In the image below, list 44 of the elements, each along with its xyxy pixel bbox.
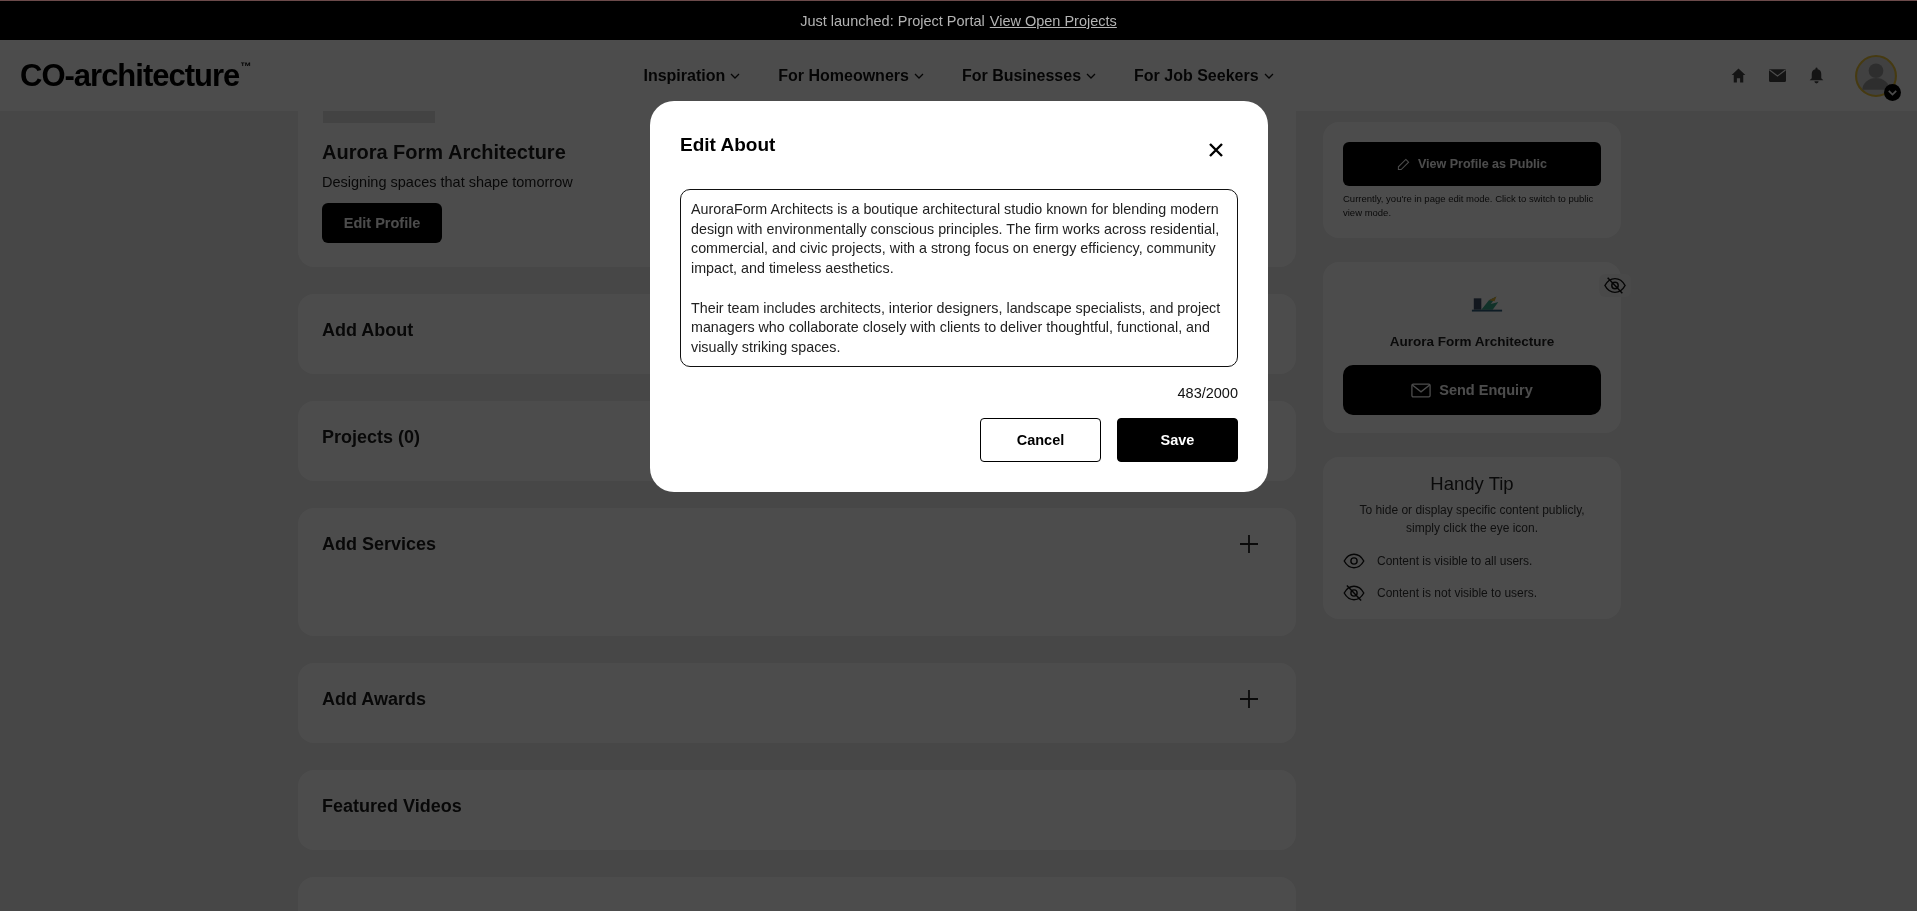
save-button[interactable]: Save	[1117, 418, 1238, 462]
add-icon[interactable]	[1240, 690, 1258, 708]
chevron-down-icon	[1086, 72, 1097, 79]
home-icon[interactable]	[1730, 67, 1747, 84]
chevron-down-icon	[913, 72, 924, 79]
chevron-icon[interactable]	[1884, 83, 1901, 101]
send-enquiry-button[interactable]: Send Enquiry	[1343, 365, 1601, 415]
section-title: Add Awards	[322, 688, 427, 710]
section-title: Projects (0)	[322, 426, 421, 448]
section-title: Add Services	[322, 533, 437, 555]
chevron-down-icon	[730, 72, 741, 79]
banner-text: Just launched: Project Portal	[800, 12, 985, 29]
section-title: Add About	[322, 319, 414, 341]
mail-icon[interactable]	[1769, 67, 1786, 84]
tip-text: To hide or display specific content publicly, simply click the eye icon.	[1358, 502, 1586, 537]
nav-menu-item[interactable]: For Job Seekers	[1134, 66, 1274, 85]
edit-profile-button[interactable]: Edit Profile	[322, 203, 442, 243]
close-icon[interactable]	[1208, 142, 1224, 158]
trademark-mark: ™	[240, 59, 252, 72]
character-counter: 483/2000	[1176, 385, 1238, 401]
company-logo-icon	[1470, 294, 1504, 314]
avatar-icon[interactable]	[1855, 54, 1897, 97]
section-title: Featured Videos	[322, 795, 462, 817]
dialog-title: Edit About	[680, 134, 776, 156]
chevron-down-icon	[1263, 72, 1274, 79]
tip-title: Handy Tip	[1429, 473, 1515, 495]
nav-menu-item[interactable]: For Businesses	[961, 66, 1097, 85]
company-name: Aurora Form Architecture	[1389, 334, 1555, 349]
nav-menu-item[interactable]: For Homeowners	[778, 66, 924, 85]
company-name: Aurora Form Architecture	[322, 141, 566, 164]
cancel-button[interactable]: Cancel	[980, 418, 1101, 462]
pencil-icon	[1397, 157, 1410, 171]
nav-menu-item[interactable]: Inspiration	[643, 66, 741, 85]
legend-text: Content is not visible to users.	[1377, 586, 1538, 600]
view-public-button[interactable]: View Profile as Public	[1343, 142, 1601, 186]
envelope-icon	[1411, 382, 1432, 398]
legend-text: Content is visible to all users.	[1377, 554, 1533, 568]
banner-link[interactable]: View Open Projects	[989, 12, 1117, 29]
about-text-field[interactable]: AuroraForm Architects is a boutique architectural studio known for blending modern design with environmentally conscious principles. The firm works across residential, commercial, and civic projects, with a strong focus on energy efficiency, community impact, and timeless aesthetics. Their team includes architects, interior designers, landscape specialists, and project managers who collaborate closely with clients to deliver thoughtful, functional, and visually striking spaces.	[680, 189, 1238, 367]
tagline: Designing spaces that shape tomorrow	[322, 174, 573, 190]
bell-icon[interactable]	[1808, 67, 1825, 84]
edit-mode-note: Currently, you're in page edit mode. Click to switch to public view mode.	[1343, 192, 1595, 220]
add-icon[interactable]	[1240, 535, 1258, 553]
logo[interactable]: CO-architecture	[20, 57, 240, 94]
